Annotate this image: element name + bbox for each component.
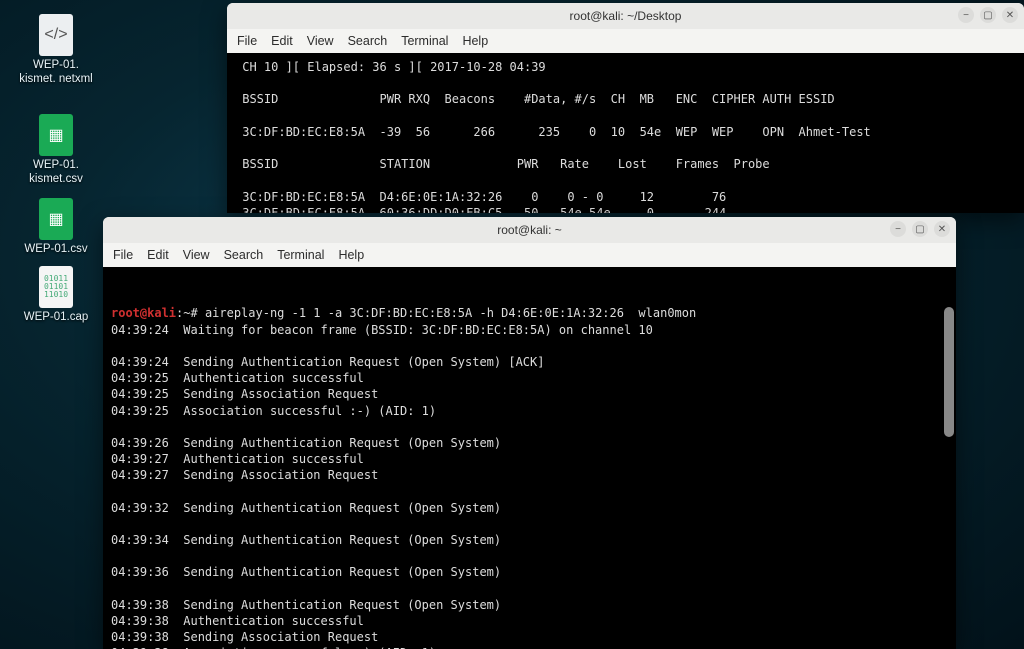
titlebar[interactable]: root@kali: ~/Desktop − ▢ ✕	[227, 3, 1024, 29]
prompt-path: :~#	[176, 306, 205, 320]
menu-item-edit[interactable]: Edit	[147, 248, 169, 262]
window-title: root@kali: ~/Desktop	[570, 9, 682, 23]
terminal-window-airodump[interactable]: root@kali: ~/Desktop − ▢ ✕ File Edit View S…	[227, 3, 1024, 213]
menu-item-search[interactable]: Search	[224, 248, 264, 262]
minimize-button[interactable]: −	[958, 7, 974, 23]
terminal-window-aireplay[interactable]: root@kali: ~ − ▢ ✕ File Edit View Search Ter…	[103, 217, 956, 649]
terminal-output[interactable]: CH 10 ][ Elapsed: 36 s ][ 2017-10-28 04:…	[227, 53, 1024, 213]
terminal-output[interactable]: root@kali:~# aireplay-ng -1 1 -a 3C:DF:B…	[103, 267, 956, 649]
desktop-icon-label: WEP-01. kismet. netxml	[16, 59, 96, 87]
menu-item-file[interactable]: File	[113, 248, 133, 262]
menu-item-help[interactable]: Help	[462, 34, 488, 48]
desktop-icon-label: WEP-01. kismet.csv	[16, 159, 96, 187]
cap-file-icon: 01011 01101 11010	[39, 266, 73, 308]
maximize-button[interactable]: ▢	[912, 221, 928, 237]
scroll-thumb[interactable]	[944, 307, 954, 437]
menu-item-file[interactable]: File	[237, 34, 257, 48]
menubar: File Edit View Search Terminal Help	[227, 29, 1024, 53]
titlebar[interactable]: root@kali: ~ − ▢ ✕	[103, 217, 956, 243]
menu-item-edit[interactable]: Edit	[271, 34, 293, 48]
close-button[interactable]: ✕	[1002, 7, 1018, 23]
desktop-file-icon[interactable]: ▦ WEP-01.csv	[16, 198, 96, 257]
sheet-file-icon: ▦	[39, 114, 73, 156]
prompt-user: root@kali	[111, 306, 176, 320]
menu-item-help[interactable]: Help	[338, 248, 364, 262]
window-title: root@kali: ~	[497, 223, 562, 237]
prompt-line: root@kali:~# aireplay-ng -1 1 -a 3C:DF:B…	[111, 305, 948, 321]
menu-item-terminal[interactable]: Terminal	[401, 34, 448, 48]
desktop-icon-label: WEP-01.cap	[24, 311, 89, 325]
xml-file-icon: </>	[39, 14, 73, 56]
desktop-file-icon[interactable]: 01011 01101 11010 WEP-01.cap	[16, 266, 96, 325]
scrollbar[interactable]	[944, 307, 954, 643]
menubar: File Edit View Search Terminal Help	[103, 243, 956, 267]
menu-item-view[interactable]: View	[307, 34, 334, 48]
menu-item-view[interactable]: View	[183, 248, 210, 262]
desktop-file-icon[interactable]: </> WEP-01. kismet. netxml	[16, 14, 96, 87]
desktop-icon-label: WEP-01.csv	[24, 243, 87, 257]
terminal-lines: 04:39:24 Waiting for beacon frame (BSSID…	[111, 322, 948, 649]
maximize-button[interactable]: ▢	[980, 7, 996, 23]
close-button[interactable]: ✕	[934, 221, 950, 237]
minimize-button[interactable]: −	[890, 221, 906, 237]
csv-file-icon: ▦	[39, 198, 73, 240]
menu-item-search[interactable]: Search	[348, 34, 388, 48]
prompt-command: aireplay-ng -1 1 -a 3C:DF:BD:EC:E8:5A -h…	[205, 306, 696, 320]
menu-item-terminal[interactable]: Terminal	[277, 248, 324, 262]
desktop-file-icon[interactable]: ▦ WEP-01. kismet.csv	[16, 114, 96, 187]
